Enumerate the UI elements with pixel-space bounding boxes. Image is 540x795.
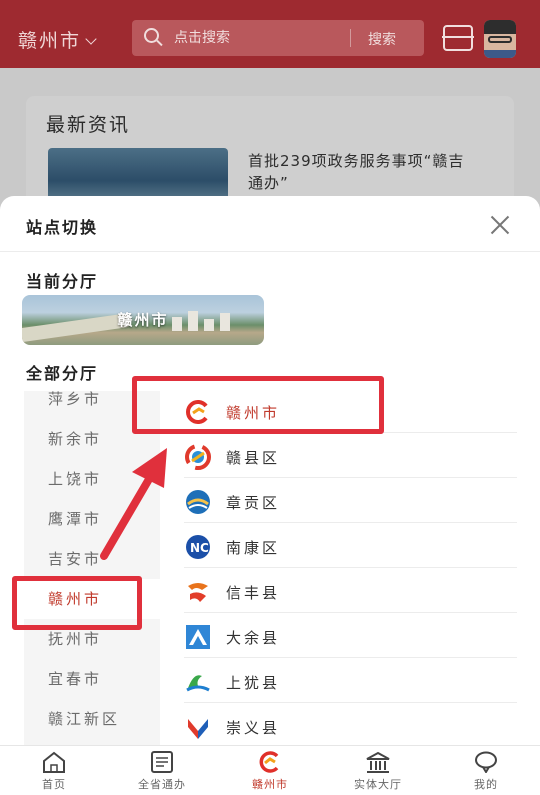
tab-city[interactable]: 赣州市 [216, 746, 324, 795]
tab-label: 首页 [42, 778, 66, 791]
document-list-icon [151, 751, 173, 773]
tab-label: 我的 [474, 778, 498, 791]
bottom-tab-bar: 首页 全省通办 赣州市 实体大厅 我的 [0, 745, 540, 795]
annotation-arrow-icon [100, 448, 167, 560]
tab-home[interactable]: 首页 [0, 746, 108, 795]
chat-bubble-icon [475, 751, 497, 773]
tab-mine[interactable]: 我的 [432, 746, 540, 795]
tab-physical-hall[interactable]: 实体大厅 [324, 746, 432, 795]
tab-label: 实体大厅 [354, 778, 402, 791]
tab-label: 赣州市 [252, 778, 288, 791]
city-logo-icon [259, 751, 279, 773]
tab-label: 全省通办 [138, 778, 186, 791]
home-icon [43, 751, 65, 773]
tab-province-service[interactable]: 全省通办 [108, 746, 216, 795]
hall-building-icon [366, 751, 390, 773]
